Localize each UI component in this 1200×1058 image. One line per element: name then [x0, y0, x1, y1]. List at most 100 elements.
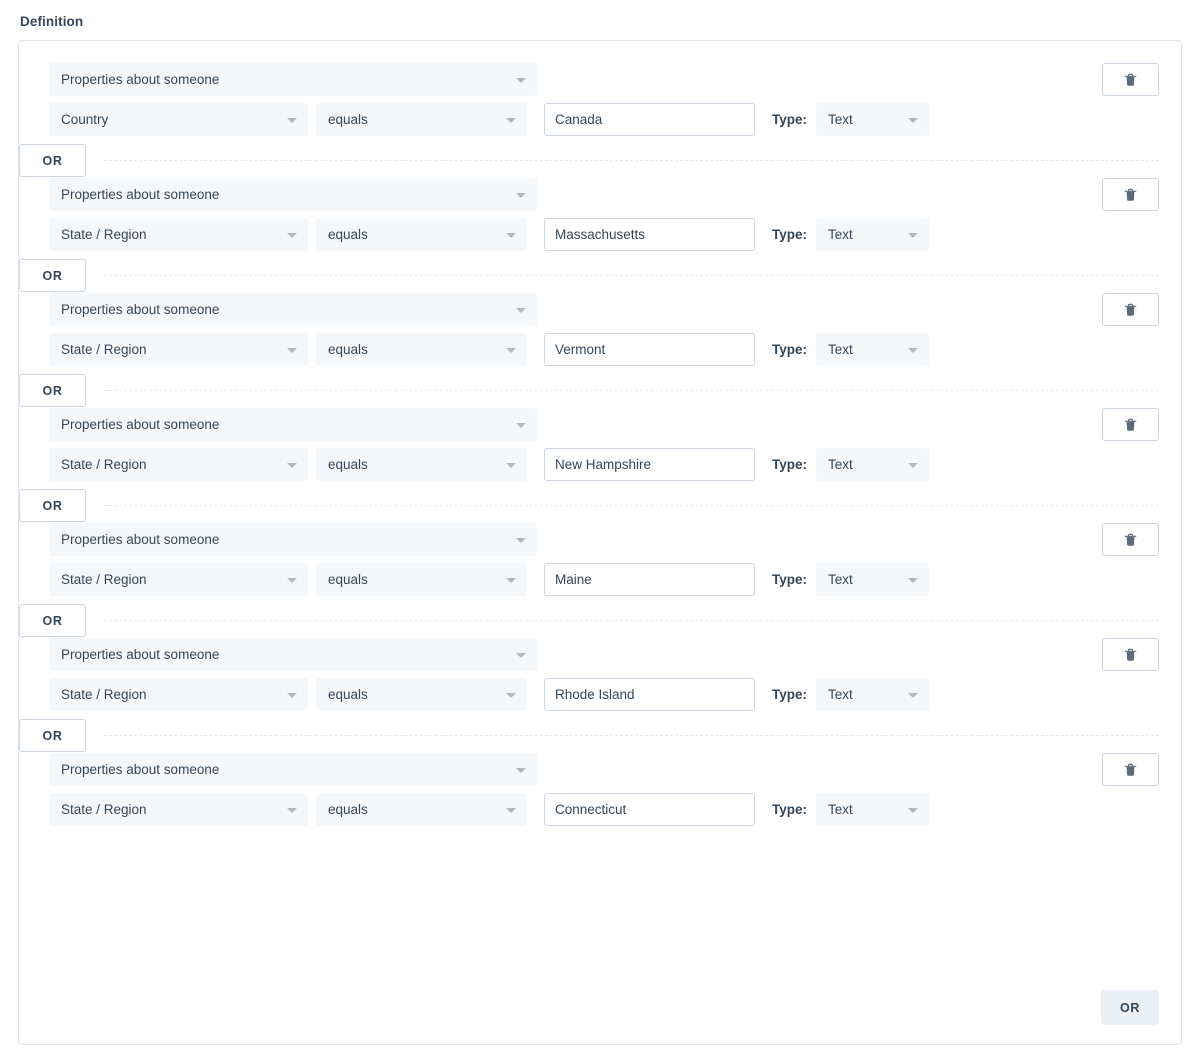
property-select[interactable]: State / Region: [49, 333, 308, 366]
chevron-down-icon: [908, 692, 919, 698]
trash-icon: [1124, 533, 1137, 546]
value-type-select[interactable]: Text: [816, 218, 930, 251]
condition-value-input[interactable]: [544, 333, 755, 366]
operator-value: equals: [328, 457, 368, 472]
condition-value-input[interactable]: [544, 448, 755, 481]
type-label: Type:: [772, 112, 808, 127]
chevron-down-icon: [287, 577, 297, 583]
object-type-select[interactable]: Properties about someone: [49, 408, 537, 441]
trash-icon: [1124, 763, 1137, 776]
property-select[interactable]: State / Region: [49, 793, 308, 826]
condition-value-input[interactable]: [544, 678, 755, 711]
or-separator-row: OR: [19, 488, 1181, 523]
operator-select[interactable]: equals: [316, 793, 527, 826]
delete-filter-group-button[interactable]: [1102, 293, 1159, 326]
filter-group-body: Properties about someone State / Region …: [19, 523, 1181, 596]
value-type-select[interactable]: Text: [816, 333, 930, 366]
chevron-down-icon: [516, 767, 526, 773]
delete-filter-group-button[interactable]: [1102, 753, 1159, 786]
condition-row: State / Region equals Type: Text: [49, 793, 1181, 826]
add-or-condition-button[interactable]: OR: [19, 259, 86, 292]
chevron-down-icon: [516, 422, 526, 428]
add-or-condition-button[interactable]: OR: [19, 719, 86, 752]
definition-container: Properties about someone Country equals …: [18, 40, 1182, 1045]
object-type-select[interactable]: Properties about someone: [49, 638, 537, 671]
filter-group: Properties about someone State / Region …: [19, 753, 1181, 826]
filter-group-body: Properties about someone State / Region …: [19, 753, 1181, 826]
operator-select[interactable]: equals: [316, 448, 527, 481]
type-label: Type:: [772, 457, 808, 472]
condition-value-input[interactable]: [544, 103, 755, 136]
delete-filter-group-button[interactable]: [1102, 638, 1159, 671]
chevron-down-icon: [908, 577, 919, 583]
condition-value-input[interactable]: [544, 563, 755, 596]
value-type-select[interactable]: Text: [816, 448, 930, 481]
operator-select[interactable]: equals: [316, 218, 527, 251]
filter-group-body: Properties about someone Country equals …: [19, 63, 1181, 136]
condition-row: State / Region equals Type: Text: [49, 448, 1181, 481]
add-or-condition-button[interactable]: OR: [19, 604, 86, 637]
operator-value: equals: [328, 342, 368, 357]
operator-select[interactable]: equals: [316, 333, 527, 366]
filter-group-body: Properties about someone State / Region …: [19, 293, 1181, 366]
object-type-select[interactable]: Properties about someone: [49, 63, 537, 96]
chevron-down-icon: [506, 577, 516, 583]
or-divider-line: [104, 505, 1159, 506]
condition-value-input[interactable]: [544, 218, 755, 251]
chevron-down-icon: [516, 192, 526, 198]
operator-select[interactable]: equals: [316, 563, 527, 596]
property-select[interactable]: State / Region: [49, 218, 308, 251]
property-value: State / Region: [61, 457, 147, 472]
delete-filter-group-button[interactable]: [1102, 523, 1159, 556]
property-value: State / Region: [61, 687, 147, 702]
operator-value: equals: [328, 687, 368, 702]
delete-filter-group-button[interactable]: [1102, 178, 1159, 211]
chevron-down-icon: [516, 537, 526, 543]
object-type-value: Properties about someone: [61, 417, 220, 432]
filter-group-body: Properties about someone State / Region …: [19, 178, 1181, 251]
add-or-condition-button[interactable]: OR: [19, 144, 86, 177]
trash-icon: [1124, 648, 1137, 661]
property-select[interactable]: State / Region: [49, 563, 308, 596]
chevron-down-icon: [506, 347, 516, 353]
filter-group-body: Properties about someone State / Region …: [19, 408, 1181, 481]
value-type-select[interactable]: Text: [816, 793, 930, 826]
object-type-select[interactable]: Properties about someone: [49, 178, 537, 211]
value-type-select[interactable]: Text: [816, 103, 930, 136]
property-value: Country: [61, 112, 109, 127]
property-select[interactable]: State / Region: [49, 448, 308, 481]
value-type-value: Text: [828, 802, 853, 817]
add-or-condition-button[interactable]: OR: [19, 374, 86, 407]
value-type-value: Text: [828, 342, 853, 357]
condition-row: State / Region equals Type: Text: [49, 218, 1181, 251]
operator-select[interactable]: equals: [316, 678, 527, 711]
value-type-value: Text: [828, 687, 853, 702]
chevron-down-icon: [506, 117, 516, 123]
or-separator-row: OR: [19, 258, 1181, 293]
condition-row: State / Region equals Type: Text: [49, 333, 1181, 366]
condition-value-input[interactable]: [544, 793, 755, 826]
operator-select[interactable]: equals: [316, 103, 527, 136]
trash-icon: [1124, 188, 1137, 201]
delete-filter-group-button[interactable]: [1102, 63, 1159, 96]
object-type-select[interactable]: Properties about someone: [49, 523, 537, 556]
object-type-select[interactable]: Properties about someone: [49, 753, 537, 786]
property-value: State / Region: [61, 227, 147, 242]
value-type-select[interactable]: Text: [816, 678, 930, 711]
condition-row: State / Region equals Type: Text: [49, 678, 1181, 711]
filter-group: Properties about someone Country equals …: [19, 41, 1181, 178]
or-divider-line: [104, 620, 1159, 621]
add-or-condition-button[interactable]: OR: [19, 489, 86, 522]
value-type-value: Text: [828, 227, 853, 242]
object-type-value: Properties about someone: [61, 302, 220, 317]
value-type-select[interactable]: Text: [816, 563, 930, 596]
type-label: Type:: [772, 227, 808, 242]
filter-group-body: Properties about someone State / Region …: [19, 638, 1181, 711]
delete-filter-group-button[interactable]: [1102, 408, 1159, 441]
property-select[interactable]: Country: [49, 103, 308, 136]
object-type-select[interactable]: Properties about someone: [49, 293, 537, 326]
add-or-group-button[interactable]: OR: [1101, 990, 1159, 1025]
definition-page: Definition Properties about someone Coun…: [0, 0, 1200, 1058]
filter-group-list: Properties about someone Country equals …: [19, 41, 1181, 826]
property-select[interactable]: State / Region: [49, 678, 308, 711]
